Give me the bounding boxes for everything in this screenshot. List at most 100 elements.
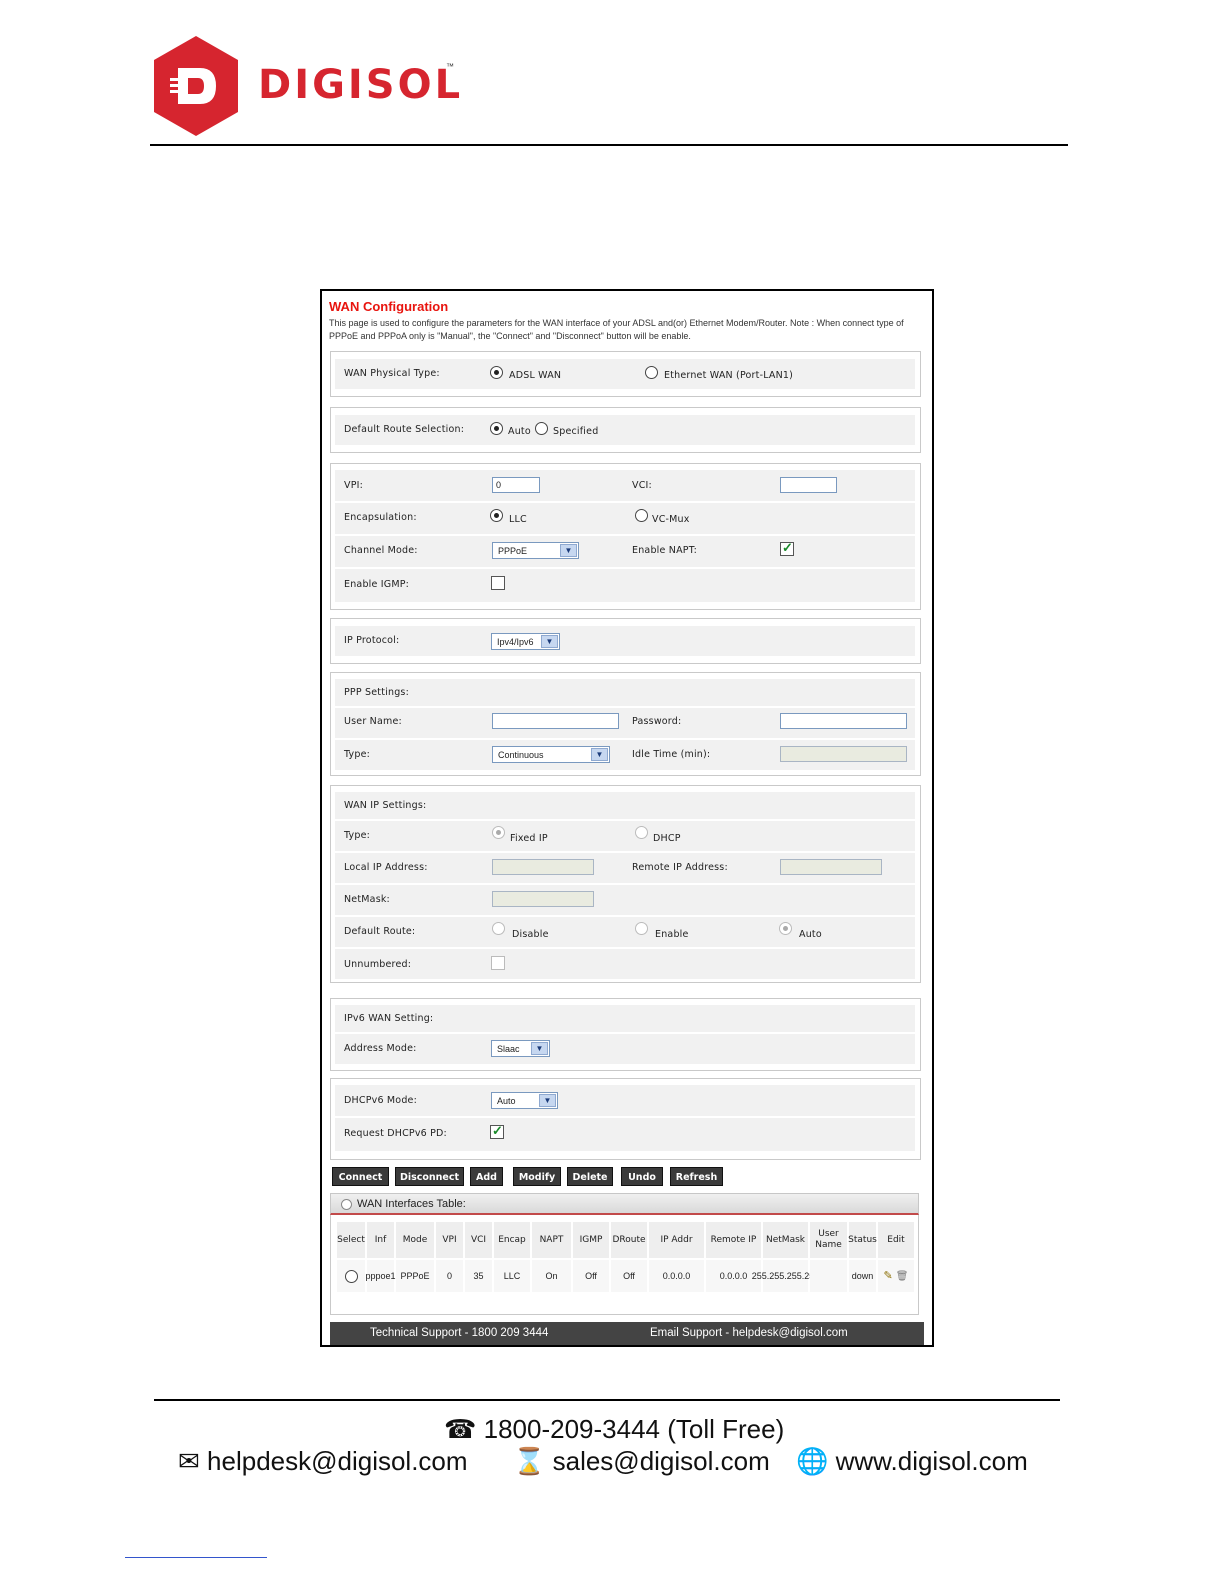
enable-igmp-checkbox[interactable] bbox=[491, 576, 505, 590]
encap-vcmux-radio[interactable] bbox=[635, 509, 648, 522]
email-support-text: Email Support - helpdesk@digisol.com bbox=[650, 1327, 848, 1339]
request-pd-checkbox[interactable]: ✓ bbox=[490, 1123, 504, 1139]
delete-button[interactable]: Delete bbox=[567, 1167, 613, 1186]
address-mode-label: Address Mode: bbox=[344, 1043, 417, 1054]
fixed-ip-label: Fixed IP bbox=[510, 833, 548, 844]
ipv6-wan-section: IPv6 WAN Setting: Address Mode: Slaac ▼ bbox=[330, 998, 921, 1071]
row-encap: LLC bbox=[494, 1260, 530, 1292]
wan-table-title: WAN Interfaces Table: bbox=[357, 1198, 466, 1210]
helpdesk-contact: ✉ helpdesk@digisol.com bbox=[178, 1446, 468, 1477]
ip-protocol-select[interactable]: Ipv4/Ipv6 ▼ bbox=[491, 633, 560, 650]
chevron-down-icon: ▼ bbox=[531, 1042, 548, 1055]
page-title: WAN Configuration bbox=[329, 299, 449, 314]
channel-mode-select[interactable]: PPPoE ▼ bbox=[492, 542, 579, 559]
row-droute: Off bbox=[611, 1260, 647, 1292]
col-ip-addr: IP Addr bbox=[649, 1222, 704, 1258]
ethernet-wan-radio[interactable] bbox=[645, 366, 658, 379]
vci-input[interactable] bbox=[780, 477, 837, 493]
modify-button[interactable]: Modify bbox=[513, 1167, 561, 1186]
ppp-type-value: Continuous bbox=[498, 750, 544, 760]
enable-napt-label: Enable NAPT: bbox=[632, 545, 698, 556]
encap-llc-radio[interactable] bbox=[490, 509, 503, 522]
route-auto-radio[interactable] bbox=[490, 422, 503, 435]
row-napt: On bbox=[532, 1260, 571, 1292]
netmask-input[interactable] bbox=[492, 891, 594, 907]
pencil-icon[interactable]: ✎ bbox=[884, 1270, 893, 1282]
collapse-icon[interactable] bbox=[341, 1199, 352, 1210]
row-inf: pppoe1 bbox=[365, 1260, 396, 1292]
footer-divider bbox=[154, 1399, 1060, 1401]
row-netmask: 255.255.255.255 bbox=[752, 1260, 819, 1292]
idle-time-label: Idle Time (min): bbox=[632, 749, 711, 760]
col-remote-ip: Remote IP bbox=[706, 1222, 761, 1258]
website-link[interactable]: www.digisol.com bbox=[836, 1446, 1028, 1476]
enable-napt-checkbox[interactable]: ✓ bbox=[780, 540, 794, 556]
local-ip-input[interactable] bbox=[492, 859, 594, 875]
row-vpi: 0 bbox=[436, 1260, 463, 1292]
encapsulation-label: Encapsulation: bbox=[344, 512, 417, 523]
col-edit: Edit bbox=[878, 1222, 914, 1258]
local-ip-label: Local IP Address: bbox=[344, 862, 428, 873]
route-disable-radio[interactable] bbox=[492, 922, 505, 935]
chevron-down-icon: ▼ bbox=[539, 1094, 556, 1107]
row-ip-addr: 0.0.0.0 bbox=[649, 1260, 704, 1292]
route-selection-label: Default Route Selection: bbox=[344, 424, 465, 435]
connect-button[interactable]: Connect bbox=[332, 1167, 389, 1186]
fixed-ip-radio[interactable] bbox=[492, 826, 505, 839]
route-disable-label: Disable bbox=[512, 929, 549, 940]
adsl-wan-radio[interactable] bbox=[490, 366, 503, 379]
col-igmp: IGMP bbox=[573, 1222, 609, 1258]
password-input[interactable] bbox=[780, 713, 907, 729]
atm-settings-section: VPI: 0 VCI: Encapsulation: LLC VC-Mux Ch… bbox=[330, 463, 921, 610]
phone-number: 1800-209-3444 (Toll Free) bbox=[483, 1414, 785, 1444]
support-bar: Technical Support - 1800 209 3444 Email … bbox=[330, 1322, 924, 1345]
check-icon: ✓ bbox=[492, 1123, 503, 1138]
header-divider bbox=[150, 144, 1068, 146]
globe-icon: 🌐 bbox=[796, 1446, 829, 1476]
remote-ip-label: Remote IP Address: bbox=[632, 862, 728, 873]
row-select-radio[interactable] bbox=[344, 1269, 358, 1283]
ppp-settings-heading: PPP Settings: bbox=[344, 687, 409, 698]
request-pd-label: Request DHCPv6 PD: bbox=[344, 1128, 447, 1139]
route-enable-radio[interactable] bbox=[635, 922, 648, 935]
unnumbered-label: Unnumbered: bbox=[344, 959, 412, 970]
chevron-down-icon: ▼ bbox=[560, 544, 577, 557]
sales-email[interactable]: sales@digisol.com bbox=[553, 1446, 770, 1476]
trash-icon[interactable]: 🗑 bbox=[896, 1271, 909, 1282]
helpdesk-email[interactable]: helpdesk@digisol.com bbox=[207, 1446, 468, 1476]
dhcpv6-mode-select[interactable]: Auto ▼ bbox=[491, 1092, 558, 1109]
col-inf: Inf bbox=[367, 1222, 394, 1258]
password-label: Password: bbox=[632, 716, 682, 727]
physical-type-label: WAN Physical Type: bbox=[344, 368, 440, 379]
sales-contact: ⌛ sales@digisol.com bbox=[513, 1446, 770, 1477]
refresh-button[interactable]: Refresh bbox=[670, 1167, 723, 1186]
disconnect-button[interactable]: Disconnect bbox=[395, 1167, 464, 1186]
router-screenshot: WAN Configuration This page is used to c… bbox=[320, 289, 934, 1347]
ipv6-wan-heading: IPv6 WAN Setting: bbox=[344, 1013, 434, 1024]
username-input[interactable] bbox=[492, 713, 619, 729]
physical-type-section: WAN Physical Type: ADSL WAN Ethernet WAN… bbox=[330, 351, 921, 397]
vpi-input[interactable]: 0 bbox=[492, 477, 540, 493]
route-auto-ip-radio[interactable] bbox=[779, 922, 792, 935]
dhcp-label: DHCP bbox=[653, 833, 681, 844]
username-label: User Name: bbox=[344, 716, 402, 727]
dhcpv6-section: DHCPv6 Mode: Auto ▼ Request DHCPv6 PD: ✓ bbox=[330, 1078, 921, 1160]
ppp-type-select[interactable]: Continuous ▼ bbox=[492, 746, 610, 763]
link-underline bbox=[125, 1557, 267, 1558]
address-mode-select[interactable]: Slaac ▼ bbox=[491, 1040, 550, 1057]
idle-time-input[interactable] bbox=[780, 746, 907, 762]
vpi-label: VPI: bbox=[344, 480, 364, 491]
remote-ip-input[interactable] bbox=[780, 859, 882, 875]
encap-vcmux-label: VC-Mux bbox=[652, 514, 690, 525]
add-button[interactable]: Add bbox=[470, 1167, 503, 1186]
undo-button[interactable]: Undo bbox=[621, 1167, 663, 1186]
col-select: Select bbox=[337, 1222, 365, 1258]
unnumbered-checkbox[interactable] bbox=[491, 956, 505, 970]
ip-type-label: Type: bbox=[344, 830, 371, 841]
dhcp-radio[interactable] bbox=[635, 826, 648, 839]
brand-name: DIGISOL bbox=[258, 62, 464, 108]
encap-llc-label: LLC bbox=[509, 514, 527, 525]
chevron-down-icon: ▼ bbox=[591, 748, 608, 761]
route-specified-radio[interactable] bbox=[535, 422, 548, 435]
wan-table-header: WAN Interfaces Table: bbox=[330, 1193, 919, 1215]
